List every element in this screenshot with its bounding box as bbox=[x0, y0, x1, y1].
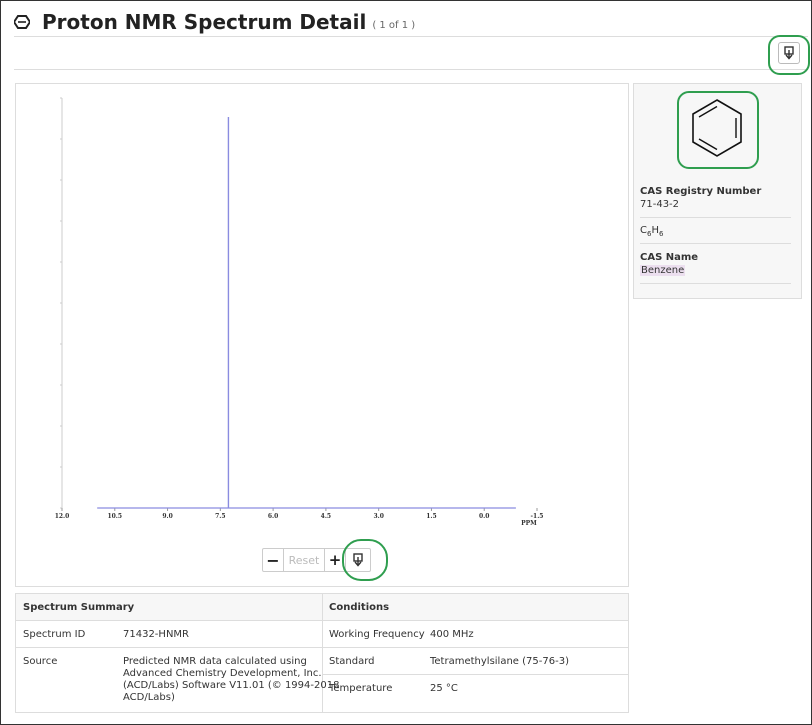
condition-value: Tetramethylsilane (75-76-3) bbox=[430, 656, 569, 667]
summary-value: 71432-HNMR bbox=[123, 629, 189, 640]
result-count: ( 1 of 1 ) bbox=[372, 19, 416, 31]
compound-name: Benzene bbox=[640, 265, 686, 276]
cas-name-label: CAS Name bbox=[640, 252, 699, 263]
summary-label: Source bbox=[23, 656, 58, 667]
divider bbox=[640, 217, 791, 218]
x-tick-label: 7.5 bbox=[215, 513, 225, 520]
source-line: (ACD/Labs) Software V11.01 (© 1994-2018 bbox=[123, 680, 340, 691]
page-title: Proton NMR Spectrum Detail bbox=[42, 10, 367, 34]
download-button[interactable] bbox=[778, 42, 800, 64]
x-tick-label: 4.5 bbox=[321, 513, 331, 520]
formula-element: H bbox=[651, 225, 659, 236]
cas-registry-value: 71-43-2 bbox=[640, 199, 680, 210]
source-line: Advanced Chemistry Development, Inc. bbox=[123, 668, 322, 679]
summary-label: Spectrum ID bbox=[23, 629, 86, 640]
cas-registry-label: CAS Registry Number bbox=[640, 186, 762, 197]
formula-subscript: 6 bbox=[658, 230, 664, 238]
zoom-out-button[interactable]: − bbox=[263, 549, 284, 571]
condition-value: 25 °C bbox=[430, 683, 458, 694]
summary-value: Predicted NMR data calculated using Adva… bbox=[123, 656, 339, 704]
divider bbox=[14, 36, 808, 37]
spectrum-details-table: Spectrum Summary Conditions Spectrum ID … bbox=[15, 593, 629, 713]
x-tick-label: 6.0 bbox=[268, 513, 278, 520]
highlight-ring bbox=[677, 91, 759, 169]
x-tick-label: 0.0 bbox=[479, 513, 489, 520]
x-tick-label: 12.0 bbox=[55, 513, 70, 520]
hexagon-icon bbox=[14, 15, 30, 29]
condition-label: Standard bbox=[329, 656, 375, 667]
reset-button[interactable]: Reset bbox=[284, 549, 325, 571]
x-tick-label: -1.5 bbox=[531, 513, 544, 520]
download-icon bbox=[784, 46, 794, 60]
divider bbox=[14, 69, 808, 70]
divider bbox=[640, 283, 791, 284]
condition-label: Temperature bbox=[329, 683, 393, 694]
condition-label: Working Frequency bbox=[329, 629, 425, 640]
spectrum-panel: 12.0 10.5 9.0 7.5 6.0 4.5 3.0 1.5 0.0 -1.5 PPM − R… bbox=[15, 83, 629, 587]
page-header: Proton NMR Spectrum Detail ( 1 of 1 ) bbox=[14, 8, 798, 36]
x-tick-label: 1.5 bbox=[426, 513, 436, 520]
highlight-ring bbox=[342, 539, 388, 581]
divider bbox=[640, 243, 791, 244]
summary-heading: Spectrum Summary bbox=[23, 602, 135, 613]
x-tick-label: 9.0 bbox=[162, 513, 172, 520]
formula-element: C bbox=[640, 225, 647, 236]
source-line: Predicted NMR data calculated using bbox=[123, 656, 307, 667]
condition-value: 400 MHz bbox=[430, 629, 474, 640]
conditions-heading: Conditions bbox=[329, 602, 390, 613]
molecular-formula: C6H6 bbox=[640, 225, 663, 238]
source-line: ACD/Labs) bbox=[123, 692, 175, 703]
x-axis-label: PPM bbox=[521, 520, 537, 527]
cas-name-value: Benzene bbox=[640, 265, 686, 276]
row-divider bbox=[323, 674, 628, 675]
x-tick-label: 3.0 bbox=[373, 513, 383, 520]
nmr-spectrum-chart: 12.0 10.5 9.0 7.5 6.0 4.5 3.0 1.5 0.0 -1.5PPM bbox=[55, 97, 544, 527]
x-tick-label: 10.5 bbox=[107, 513, 122, 520]
